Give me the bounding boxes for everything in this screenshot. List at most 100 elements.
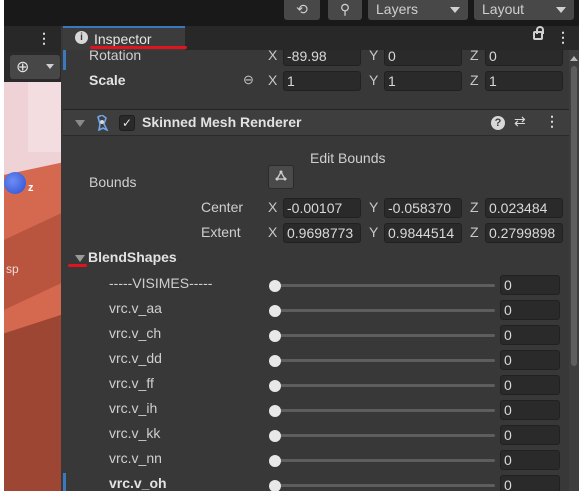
lock-icon[interactable] [533,26,544,40]
constrain-proportions-icon[interactable]: ⊖ [243,72,254,88]
blendshapes-label[interactable]: BlendShapes [88,249,177,265]
center-x-field[interactable]: -0.00107 [283,198,361,218]
blendshape-slider-track[interactable] [273,409,495,412]
scale-x-field[interactable]: 1 [283,71,361,91]
blendshape-slider-track[interactable] [273,459,495,462]
extent-x-field[interactable]: 0.9698773 [283,223,361,243]
extent-z-field[interactable]: 0.2799898 [485,223,563,243]
blendshape-slider-track[interactable] [273,309,495,312]
blendshape-slider-track[interactable] [273,284,495,287]
blendshape-value-field[interactable]: 0 [500,450,560,470]
blendshape-slider-track[interactable] [273,334,495,337]
modified-accent [63,50,66,70]
editor-window: ⟲ ⚲ Layers Layout ⋮ ⊕ z sp i Inspector ⋮… [4,0,579,491]
rotation-z-field[interactable]: 0 [485,50,563,66]
axis-x-label: X [268,199,278,215]
viewport-text: sp [6,262,19,276]
modified-accent [63,473,66,491]
history-icon: ⟲ [296,1,308,17]
blendshape-row: vrc.v_ch 0 [63,323,569,348]
rotation-x-field[interactable]: -89.98 [283,50,361,66]
inspector-content: Rotation X -89.98 Y 0 Z 0 Scale ⊖ X 1 Y … [63,50,569,491]
axis-z-label: Z [470,72,479,88]
inspector-scrollbar[interactable] [569,50,579,491]
edit-bounds-button[interactable] [268,165,294,189]
component-menu-icon[interactable]: ⋮ [545,113,559,130]
blendshape-slider-handle[interactable] [269,330,281,342]
component-title: Skinned Mesh Renderer [142,114,302,130]
scale-y-field[interactable]: 1 [384,71,462,91]
blendshape-value-field[interactable]: 0 [500,475,560,491]
blendshape-slider-handle[interactable] [269,430,281,442]
gizmo-dropdown[interactable]: ⊕ [10,55,60,79]
layers-dropdown[interactable]: Layers [368,0,468,20]
blendshape-slider-track[interactable] [273,484,495,487]
blendshape-row: vrc.v_nn 0 [63,448,569,473]
blendshape-name: vrc.v_ff [109,375,154,391]
center-z-field[interactable]: 0.023484 [485,198,563,218]
rotation-label: Rotation [89,50,142,63]
blendshape-slider-track[interactable] [273,359,495,362]
axis-y-label: Y [369,50,379,63]
blendshape-slider-track[interactable] [273,434,495,437]
chevron-down-icon [556,7,566,13]
blendshape-value-field[interactable]: 0 [500,300,560,320]
rotation-y-field[interactable]: 0 [384,50,462,66]
edit-bounds-icon [275,170,287,181]
info-icon: i [75,31,88,44]
search-button[interactable]: ⚲ [328,0,362,20]
scene-menu-icon[interactable]: ⋮ [37,30,51,47]
blendshape-name: vrc.v_ch [109,325,162,341]
skinned-mesh-renderer-header[interactable]: ✓ Skinned Mesh Renderer ? ⇄ ⋮ [63,110,569,136]
blendshape-row: -----VISIMES----- 0 [63,273,569,298]
blendshape-slider-track[interactable] [273,384,495,387]
scale-z-field[interactable]: 1 [485,71,563,91]
blendshape-slider-handle[interactable] [269,380,281,392]
orientation-gizmo[interactable] [4,172,26,194]
history-button[interactable]: ⟲ [284,0,320,20]
extent-label: Extent [201,224,241,240]
axis-z-label: Z [470,50,479,63]
blendshape-slider-handle[interactable] [269,305,281,317]
scene-view: ⋮ ⊕ z sp [4,26,61,491]
layout-dropdown[interactable]: Layout [474,0,574,20]
scene-viewport[interactable]: z sp [4,82,61,491]
axis-z-label: Z [470,199,479,215]
chevron-down-icon [450,7,460,13]
inspector-tab-bar: i Inspector ⋮ [63,26,579,50]
blendshape-value-field[interactable]: 0 [500,350,560,370]
blendshape-name: vrc.v_dd [109,350,162,366]
blendshape-slider-handle[interactable] [269,280,281,292]
extent-y-field[interactable]: 0.9844514 [384,223,462,243]
blendshape-slider-handle[interactable] [269,405,281,417]
blendshape-name: vrc.v_aa [109,300,162,316]
inspector-menu-icon[interactable]: ⋮ [556,29,570,46]
blendshape-slider-handle[interactable] [269,480,281,491]
blendshape-row: vrc.v_oh 0 [63,473,569,491]
presets-icon[interactable]: ⇄ [514,113,526,130]
blendshape-value-field[interactable]: 0 [500,400,560,420]
blendshape-value-field[interactable]: 0 [500,275,560,295]
axis-x-label: X [268,50,278,63]
blendshape-row: vrc.v_dd 0 [63,348,569,373]
axis-y-label: Y [369,72,379,88]
blendshapes-foldout-icon[interactable] [75,255,85,262]
layers-label: Layers [376,1,419,17]
blendshape-slider-handle[interactable] [269,355,281,367]
center-y-field[interactable]: -0.058370 [384,198,462,218]
blendshape-slider-handle[interactable] [269,455,281,467]
blendshape-name: vrc.v_nn [109,450,162,466]
foldout-arrow-icon[interactable] [75,120,85,127]
inspector-panel: i Inspector ⋮ Rotation X -89.98 Y 0 Z 0 … [63,26,579,491]
help-icon[interactable]: ? [491,116,505,130]
bounds-label: Bounds [89,174,137,190]
blendshape-value-field[interactable]: 0 [500,425,560,445]
search-icon: ⚲ [339,1,351,17]
scrollbar-thumb[interactable] [571,66,577,366]
component-enabled-checkbox[interactable]: ✓ [119,115,135,131]
scroll-up-icon[interactable] [570,56,578,61]
layout-label: Layout [482,1,525,17]
blendshape-value-field[interactable]: 0 [500,325,560,345]
blendshape-value-field[interactable]: 0 [500,375,560,395]
blendshape-name: -----VISIMES----- [109,275,213,291]
